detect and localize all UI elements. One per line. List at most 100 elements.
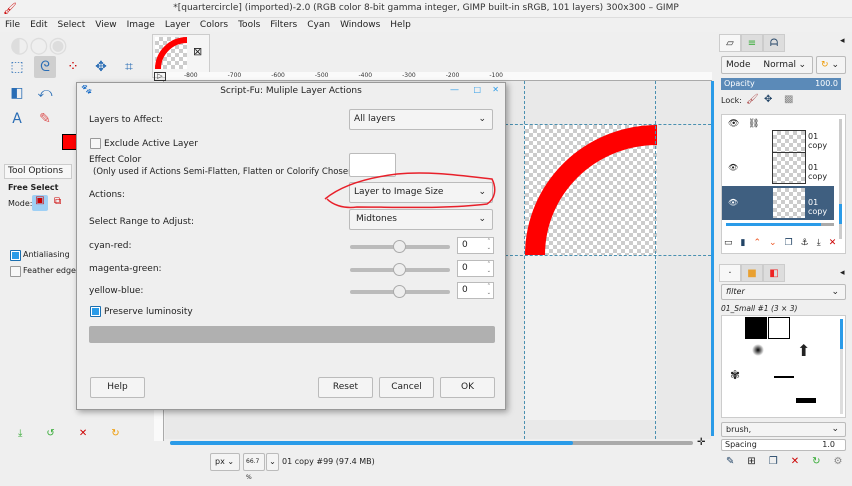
reset-button[interactable]: Reset (318, 377, 373, 398)
crop-tool-icon[interactable]: ⌗ (118, 56, 140, 78)
restore-options-icon[interactable]: ↺ (46, 428, 54, 439)
brush-item[interactable] (752, 344, 764, 356)
maximize-icon[interactable]: □ (473, 85, 481, 94)
brush-settings-icon[interactable]: ⚙ (834, 456, 843, 467)
menu-windows[interactable]: Windows (335, 18, 385, 32)
menu-select[interactable]: Select (53, 18, 91, 32)
anchor-layer-icon[interactable]: ⚓ (801, 238, 809, 248)
dock-menu-icon[interactable]: ◂ (840, 268, 845, 278)
eraser-tool-icon[interactable]: ✎ (34, 108, 56, 130)
tab-gradients[interactable]: ◧ (763, 264, 785, 282)
menu-cyan[interactable]: Cyan (302, 18, 335, 32)
text-tool-icon[interactable]: A (6, 108, 28, 130)
lock-alpha-icon[interactable]: ▩ (784, 94, 793, 105)
new-layer-group-icon[interactable]: ▭ (724, 238, 733, 248)
delete-options-icon[interactable]: ✕ (79, 428, 87, 439)
duplicate-brush-icon[interactable]: ❐ (769, 456, 778, 467)
tab-patterns[interactable]: ■ (741, 264, 763, 282)
brush-item[interactable]: ⬆ (797, 341, 810, 360)
magenta-green-slider[interactable] (350, 263, 450, 276)
menu-colors[interactable]: Colors (195, 18, 233, 32)
reset-options-icon[interactable]: ↻ (111, 428, 119, 439)
tab-tool-options[interactable]: Tool Options (4, 164, 72, 179)
warp-tool-icon[interactable]: ⤺ (34, 82, 56, 104)
antialiasing-checkbox[interactable] (10, 250, 21, 261)
duplicate-layer-icon[interactable]: ❐ (785, 238, 793, 248)
cyan-red-spin[interactable]: 0 ⌃ ⌄ (457, 237, 494, 254)
menu-edit[interactable]: Edit (25, 18, 52, 32)
move-tool-icon[interactable]: ✥ (90, 56, 112, 78)
fuzzy-select-tool-icon[interactable]: ⁘ (62, 56, 84, 78)
close-icon[interactable]: ✕ (492, 85, 499, 94)
ok-button[interactable]: OK (440, 377, 495, 398)
brush-item[interactable] (774, 376, 794, 378)
save-options-icon[interactable]: ⤓ (18, 428, 22, 439)
ruler-tick: -200 (445, 72, 460, 79)
menu-filters[interactable]: Filters (265, 18, 302, 32)
range-select[interactable]: Midtones ⌄ (349, 209, 493, 230)
rect-select-tool-icon[interactable]: ⬚ (6, 56, 28, 78)
align-tool-icon[interactable]: ◧ (6, 82, 28, 104)
lock-position-icon[interactable]: ✥ (764, 94, 772, 105)
progress-bar (89, 326, 495, 343)
menu-layer[interactable]: Layer (160, 18, 195, 32)
yellow-blue-spin[interactable]: 0 ⌃ ⌄ (457, 282, 494, 299)
tab-paths[interactable]: ᗩ (763, 34, 785, 52)
composite-mode-select[interactable]: ↻ ⌄ (816, 56, 846, 74)
zoom-input[interactable]: 66.7 % (243, 453, 265, 481)
refresh-brushes-icon[interactable]: ↻ (812, 456, 820, 467)
layer-row[interactable]: 👁 01 copy (722, 151, 834, 185)
tab-brushes[interactable]: · (719, 264, 741, 282)
new-layer-icon[interactable]: ▮ (741, 238, 746, 248)
raise-layer-icon[interactable]: ⌃ (753, 238, 761, 248)
menu-help[interactable]: Help (385, 18, 416, 32)
brush-item[interactable] (768, 317, 790, 339)
menu-tools[interactable]: Tools (233, 18, 265, 32)
mode-replace-icon[interactable]: ▣ (32, 195, 48, 211)
menu-file[interactable]: File (0, 18, 25, 32)
yellow-blue-slider[interactable] (350, 285, 450, 298)
new-brush-icon[interactable]: ⊞ (747, 456, 755, 467)
feather-edges-checkbox[interactable] (10, 266, 21, 277)
eye-icon[interactable]: 👁 (728, 163, 738, 172)
tab-layers[interactable]: ▱ (719, 34, 741, 52)
help-button[interactable]: Help (90, 377, 145, 398)
edit-brush-icon[interactable]: ✎ (726, 456, 734, 467)
minimize-icon[interactable]: — (450, 85, 459, 95)
lock-pixels-icon[interactable]: 🖌 (746, 94, 759, 105)
tab-channels[interactable]: ≡ (741, 34, 763, 52)
opacity-slider[interactable]: Opacity 100.0 (721, 78, 841, 90)
spacing-slider[interactable]: Spacing 1.0 (721, 439, 846, 451)
brush-filter-input[interactable]: filter ⌄ (721, 284, 846, 300)
close-image-icon[interactable]: ⊠ (193, 45, 202, 58)
eye-icon[interactable]: 👁 (728, 198, 738, 207)
magenta-green-spin[interactable]: 0 ⌃ ⌄ (457, 260, 494, 277)
menu-image[interactable]: Image (122, 18, 160, 32)
free-select-tool-icon[interactable]: ᘓ (34, 56, 56, 78)
unit-select[interactable]: px ⌄ (210, 453, 240, 471)
brush-tag-input[interactable]: brush, ⌄ (721, 422, 846, 437)
brush-item[interactable]: ✾ (730, 368, 740, 382)
horizontal-scrollbar[interactable] (170, 441, 693, 445)
exclude-active-checkbox[interactable] (90, 138, 101, 149)
menu-view[interactable]: View (90, 18, 121, 32)
mode-select[interactable]: Mode Normal ⌄ (721, 56, 813, 74)
delete-brush-icon[interactable]: ✕ (791, 456, 799, 467)
merge-layer-icon[interactable]: ⤓ (817, 238, 821, 248)
dock-menu-icon[interactable]: ◂ (840, 36, 845, 46)
delete-layer-icon[interactable]: ✕ (829, 238, 837, 248)
vertical-scrollbar[interactable] (711, 81, 714, 436)
preserve-luminosity-checkbox[interactable] (90, 306, 101, 317)
cyan-red-slider[interactable] (350, 240, 450, 253)
layers-select[interactable]: All layers ⌄ (349, 109, 493, 130)
mode-add-icon[interactable]: ⧉ (54, 196, 61, 207)
brush-grid[interactable]: ⬆ ✾ (721, 315, 846, 418)
zoom-dropdown-icon[interactable]: ⌄ (266, 453, 279, 471)
navigate-icon[interactable]: ✛ (697, 437, 705, 448)
cancel-button[interactable]: Cancel (379, 377, 434, 398)
layer-row-selected[interactable]: 👁 01 copy (722, 186, 834, 220)
quick-mask-icon[interactable]: ▷ (154, 72, 166, 81)
brush-item[interactable] (745, 317, 767, 339)
brush-item[interactable] (796, 398, 816, 403)
lower-layer-icon[interactable]: ⌄ (769, 238, 777, 248)
